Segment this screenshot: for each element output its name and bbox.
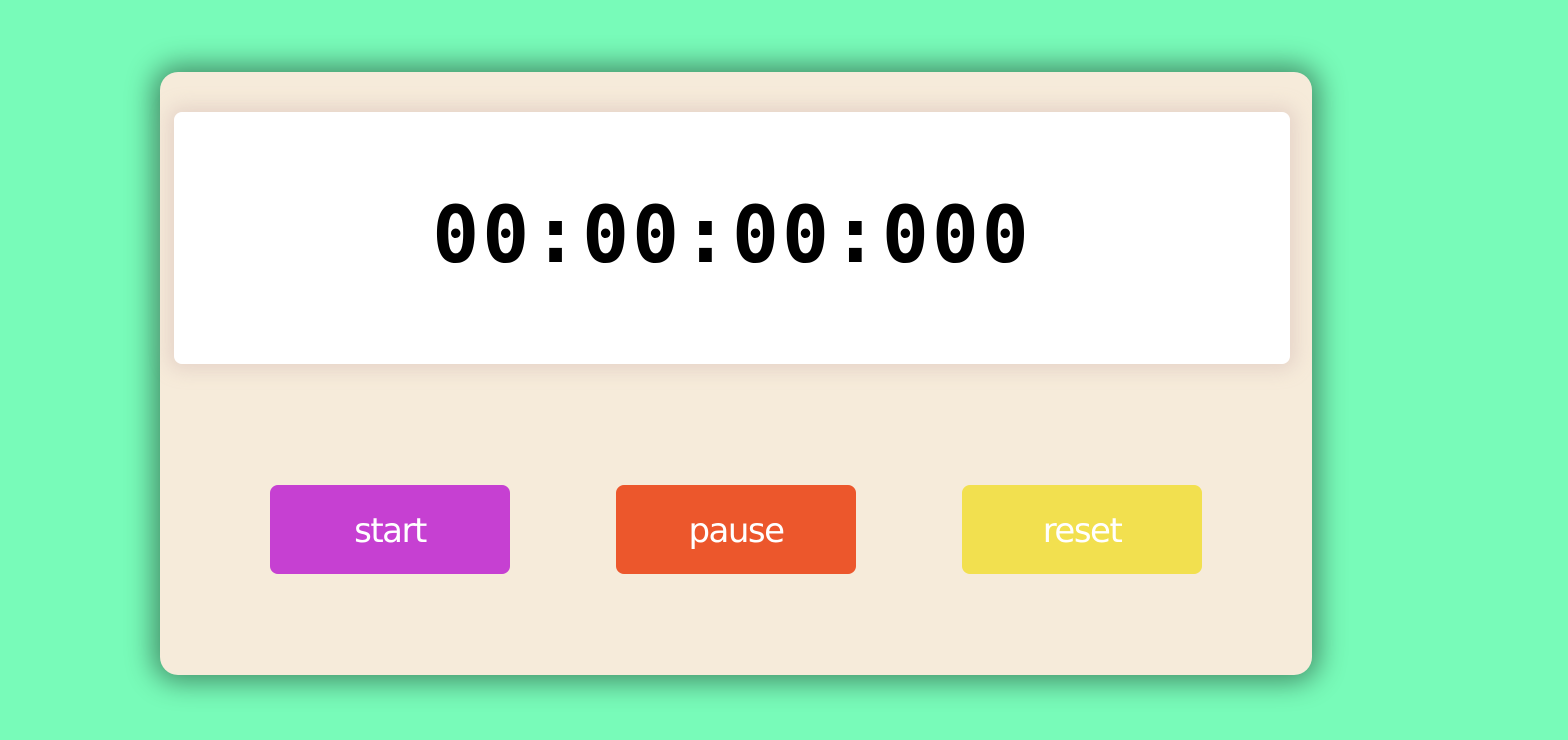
reset-button-label: reset [1042,510,1123,551]
start-button[interactable]: start [270,485,510,574]
pause-button-label: pause [688,510,785,551]
page: 00:00:00:000 start pause reset [0,0,1568,740]
time-display: 00:00:00:000 [174,112,1290,364]
reset-button[interactable]: reset [962,485,1202,574]
start-button-label: start [354,510,427,551]
stopwatch-card: 00:00:00:000 start pause reset [160,72,1312,675]
pause-button[interactable]: pause [616,485,856,574]
time-readout: 00:00:00:000 [432,191,1032,281]
